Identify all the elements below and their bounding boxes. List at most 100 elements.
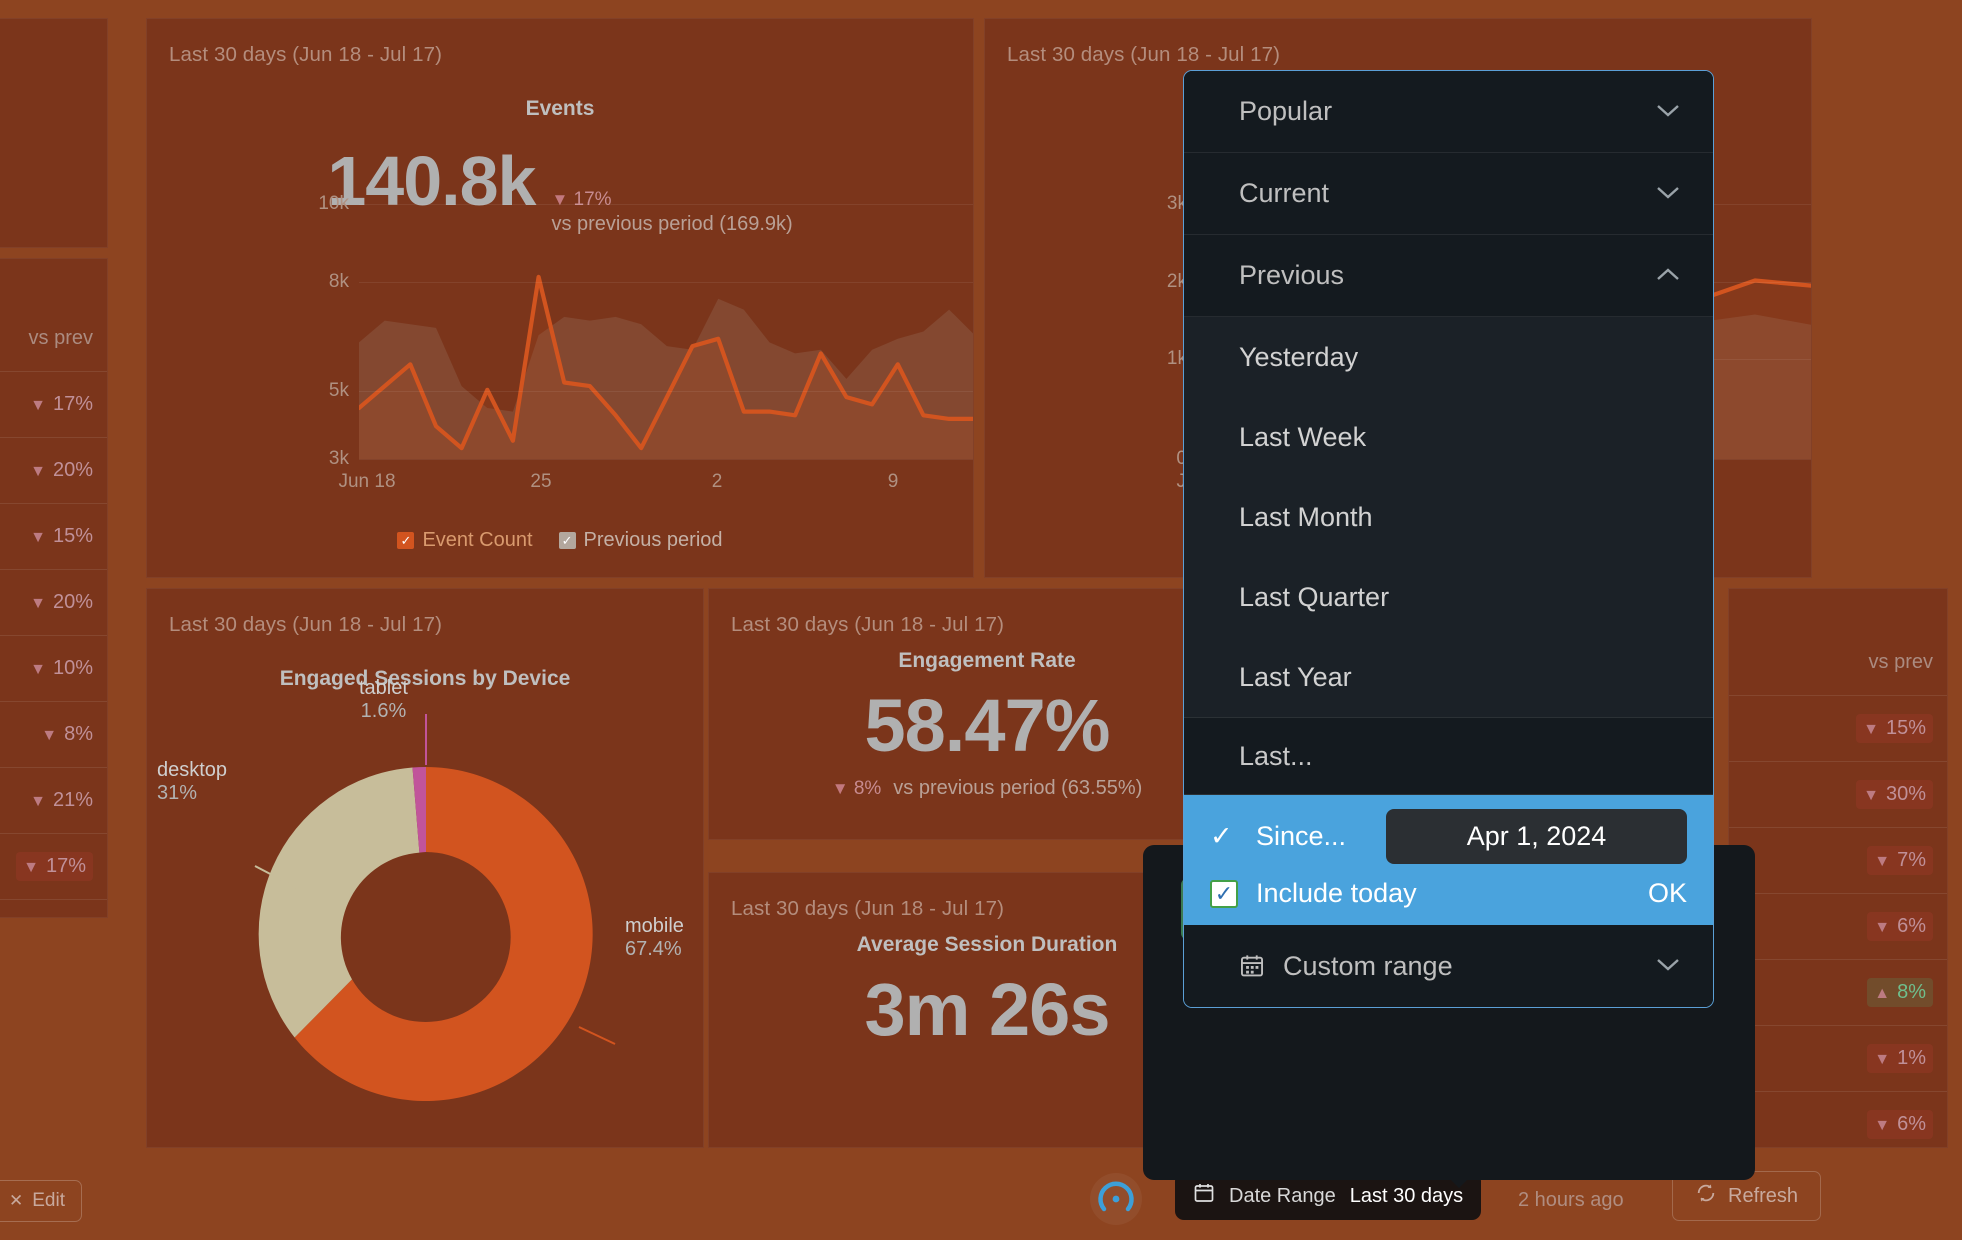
delta-value: 17% bbox=[52, 393, 93, 415]
engagement-title: Engagement Rate bbox=[898, 649, 1076, 672]
gridline bbox=[359, 282, 973, 283]
delta-badge: ▼ 15% bbox=[30, 525, 93, 548]
delta-value: 8% bbox=[64, 723, 93, 745]
device-donut-chart[interactable] bbox=[147, 709, 704, 1139]
legend-label: Event Count bbox=[422, 529, 533, 551]
popover-tail bbox=[1443, 1172, 1475, 1188]
status-gauge-icon[interactable] bbox=[1090, 1173, 1142, 1225]
x-axis-tick: Jun 18 bbox=[338, 471, 396, 492]
dashboard-root: 81) vs prev ▼17%▼20%▼15%▼20%▼10%▼8%▼21%▼… bbox=[0, 0, 1962, 1240]
chevron-down-icon bbox=[1653, 955, 1683, 977]
strip-row: ▼ 6% bbox=[1729, 1091, 1947, 1147]
left-strip-header: vs prev bbox=[28, 326, 93, 349]
menu-group-popular[interactable]: Popular bbox=[1184, 71, 1713, 153]
delta-badge: ▼ 17% bbox=[30, 393, 93, 416]
delta-value: 17% bbox=[45, 855, 86, 877]
menu-item-last[interactable]: Last... bbox=[1184, 717, 1713, 795]
menu-item-last-month[interactable]: Last Month bbox=[1184, 477, 1713, 557]
strip-row: ▼ 20% bbox=[0, 569, 107, 635]
legend-item-event-count[interactable]: ✓ Event Count bbox=[397, 529, 533, 552]
check-icon: ✓ bbox=[1210, 821, 1233, 851]
engagement-comparison-row: ▼ 8% vs previous period (63.55%) bbox=[709, 777, 1265, 800]
right-strip-header: vs prev bbox=[1868, 650, 1933, 673]
strip-row: ▼ 8% bbox=[0, 701, 107, 767]
gauge-icon bbox=[1098, 1181, 1134, 1212]
menu-group-label: Popular bbox=[1239, 96, 1333, 126]
duration-date-label: Last 30 days (Jun 18 - Jul 17) bbox=[731, 897, 1005, 920]
edit-label: Edit bbox=[32, 1190, 65, 1211]
checkbox-checked-icon[interactable]: ✓ bbox=[558, 532, 576, 549]
gridline bbox=[359, 391, 973, 392]
strip-row: ▼28% bbox=[0, 899, 107, 917]
engagement-comparison: vs previous period (63.55%) bbox=[893, 777, 1143, 799]
up-arrow-icon: ▲ bbox=[1874, 985, 1891, 1002]
menu-group-label: Custom range bbox=[1283, 950, 1453, 981]
right-strip-rows: ▼ 15% ▼ 30% ▼ 7% ▼ 6% ▲ 8% ▼ 1% ▼ 6% bbox=[1729, 695, 1947, 1147]
strip-row: ▼ 30% bbox=[1729, 761, 1947, 827]
calendar-icon bbox=[1239, 953, 1265, 979]
delta-value: 1% bbox=[1897, 1047, 1926, 1069]
y-axis-tick: 5k bbox=[328, 380, 349, 401]
events-date-label: Last 30 days (Jun 18 - Jul 17) bbox=[169, 43, 443, 66]
delta-badge: ▼ 7% bbox=[1867, 846, 1933, 875]
ok-button[interactable]: OK bbox=[1648, 878, 1687, 909]
edit-button[interactable]: ✕ Edit bbox=[0, 1180, 82, 1222]
menu-item-yesterday[interactable]: Yesterday bbox=[1184, 317, 1713, 397]
menu-group-label: Previous bbox=[1239, 260, 1345, 290]
engagement-value: 58.47% bbox=[864, 684, 1111, 767]
menu-item-last-quarter[interactable]: Last Quarter bbox=[1184, 557, 1713, 637]
edit-icon: ✕ bbox=[9, 1191, 24, 1210]
down-arrow-icon: ▼ bbox=[1874, 853, 1891, 870]
y-axis-tick: 10k bbox=[318, 193, 349, 214]
delta-badge: ▲ 8% bbox=[1867, 978, 1933, 1007]
delta-badge: ▼ 21% bbox=[30, 789, 93, 812]
strip-row: ▼ 15% bbox=[1729, 695, 1947, 761]
strip-row: ▲ 8% bbox=[1729, 959, 1947, 1025]
menu-item-last-week[interactable]: Last Week bbox=[1184, 397, 1713, 477]
chevron-down-icon bbox=[1653, 183, 1683, 205]
delta-badge: ▼ 6% bbox=[1867, 912, 1933, 941]
since-date-input[interactable]: Apr 1, 2024 bbox=[1386, 809, 1687, 864]
donut-label-mobile: mobile 67.4% bbox=[625, 915, 684, 960]
delta-value: 21% bbox=[52, 789, 93, 811]
donut-label-desktop: desktop 31% bbox=[157, 759, 228, 804]
delta-value: 15% bbox=[1885, 717, 1926, 739]
menu-group-custom-range[interactable]: Custom range bbox=[1184, 925, 1713, 1007]
menu-group-current[interactable]: Current bbox=[1184, 153, 1713, 235]
device-panel[interactable]: Last 30 days (Jun 18 - Jul 17) Engaged S… bbox=[146, 588, 704, 1148]
down-arrow-icon: ▼ bbox=[30, 793, 46, 810]
checkbox-checked-icon[interactable]: ✓ bbox=[1210, 879, 1238, 908]
down-arrow-icon: ▼ bbox=[41, 727, 58, 744]
strip-row: ▼ 1% bbox=[1729, 1025, 1947, 1091]
strip-row: ▼ 21% bbox=[0, 767, 107, 833]
checkbox-checked-icon[interactable]: ✓ bbox=[397, 532, 415, 549]
events-panel[interactable]: Last 30 days (Jun 18 - Jul 17) Events 14… bbox=[146, 18, 974, 578]
legend-item-previous-period[interactable]: ✓ Previous period bbox=[558, 529, 723, 552]
device-date-label: Last 30 days (Jun 18 - Jul 17) bbox=[169, 613, 443, 636]
down-arrow-icon: ▼ bbox=[30, 595, 46, 612]
include-today-row: ✓ Include today OK bbox=[1210, 878, 1687, 909]
delta-badge: ▼ 30% bbox=[1856, 780, 1933, 809]
y-axis-tick: 3k bbox=[328, 448, 349, 469]
left-strip-rows: ▼17%▼20%▼15%▼20%▼10%▼8%▼21%▼17%▼28%▼26%▼… bbox=[0, 371, 107, 917]
down-arrow-icon: ▼ bbox=[1863, 787, 1879, 804]
delta-badge: ▼ 10% bbox=[30, 657, 93, 680]
down-arrow-icon: ▼ bbox=[30, 397, 46, 414]
menu-item-last-year[interactable]: Last Year bbox=[1184, 637, 1713, 717]
down-arrow-icon: ▼ bbox=[30, 463, 46, 480]
menu-item-since[interactable]: ✓ Since... Apr 1, 2024 ✓ Include today O… bbox=[1184, 795, 1713, 925]
legend-label: Previous period bbox=[583, 529, 723, 551]
chevron-up-icon bbox=[1653, 265, 1683, 287]
events-chart[interactable]: 10k 8k 5k 3k Jun 18 25 2 9 16 bbox=[318, 193, 973, 492]
strip-row: ▼ 7% bbox=[1729, 827, 1947, 893]
events-title: Events bbox=[525, 97, 595, 120]
delta-badge: ▼ 15% bbox=[1856, 714, 1933, 743]
strip-row: ▼ 10% bbox=[0, 635, 107, 701]
users-date-label: Last 30 days (Jun 18 - Jul 17) bbox=[1007, 43, 1281, 66]
menu-previous-items: Yesterday Last Week Last Month Last Quarter… bbox=[1184, 317, 1713, 717]
delta-badge: ▼ 8% bbox=[41, 723, 93, 746]
strip-row: ▼ 20% bbox=[0, 437, 107, 503]
menu-group-previous[interactable]: Previous bbox=[1184, 235, 1713, 317]
since-label: Since... bbox=[1256, 821, 1347, 851]
down-arrow-icon: ▼ bbox=[1874, 1117, 1891, 1134]
